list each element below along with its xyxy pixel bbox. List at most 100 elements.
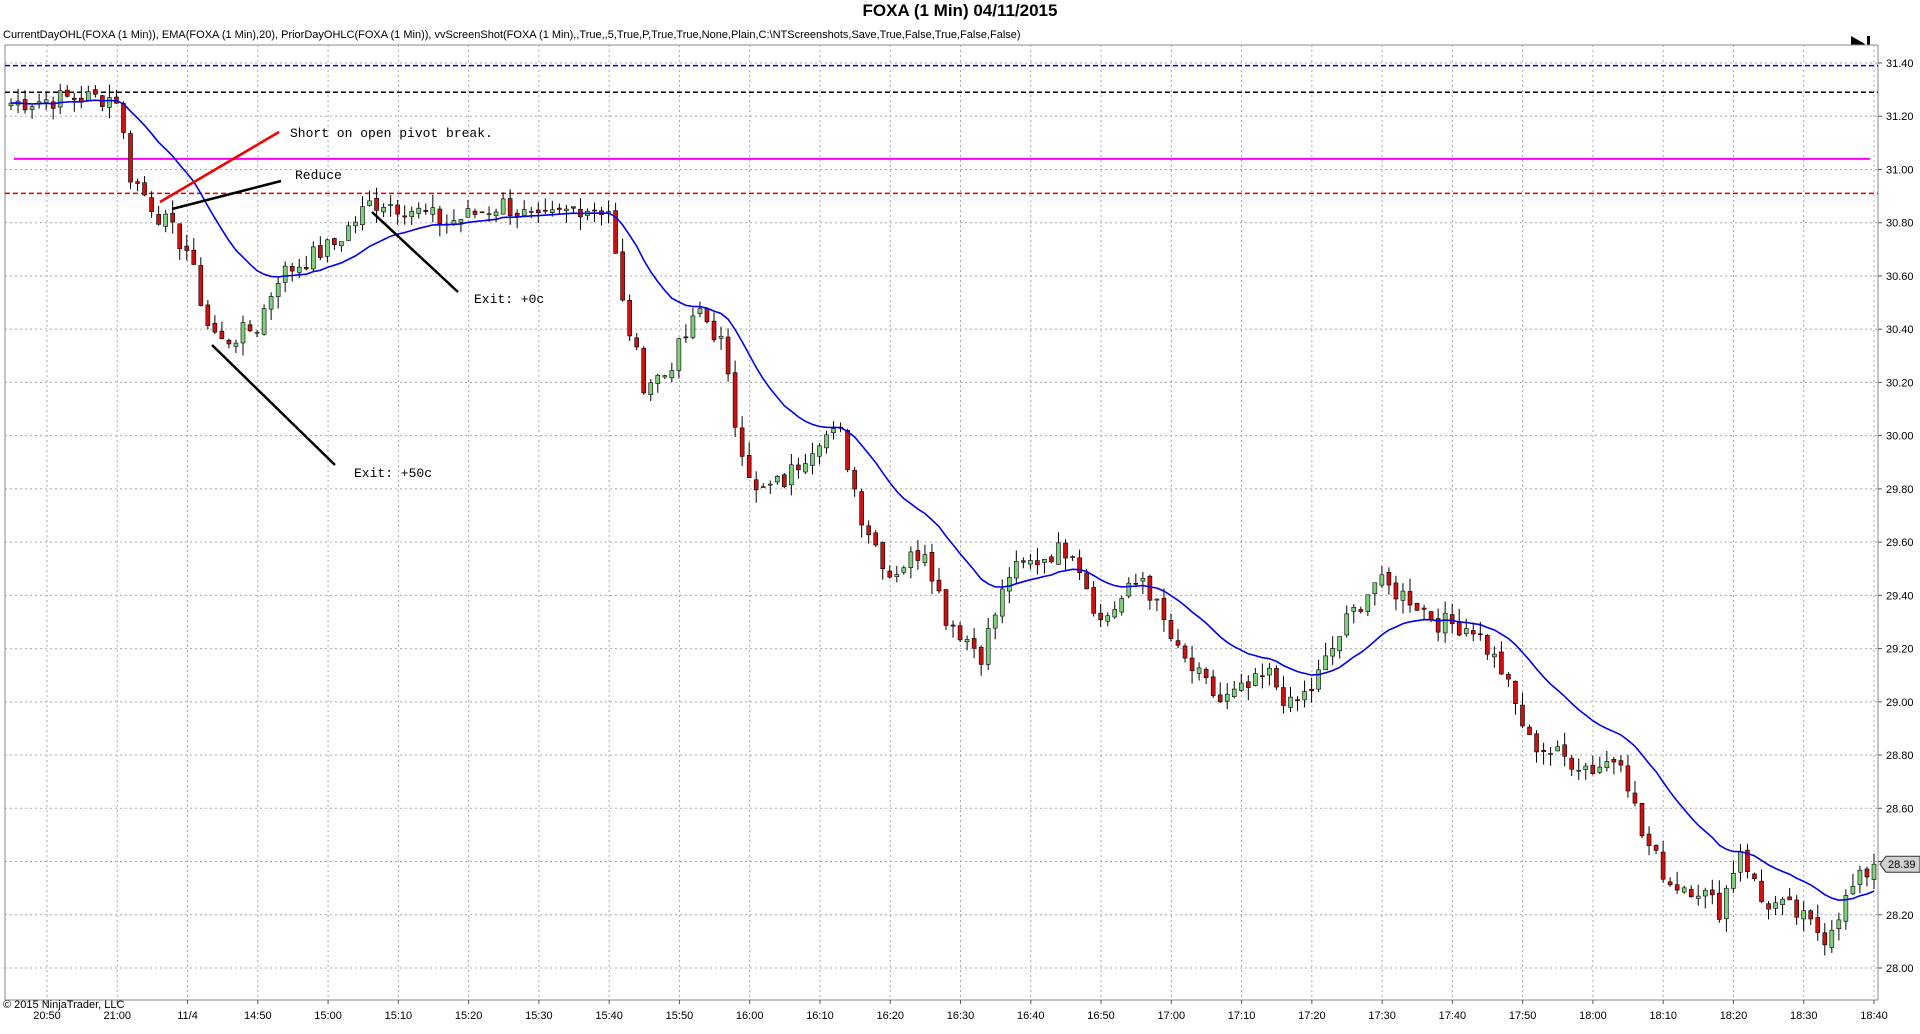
- candle: [803, 453, 808, 475]
- candle: [901, 565, 907, 575]
- candle: [929, 543, 935, 595]
- candle: [1372, 582, 1378, 606]
- candle-body-down: [1625, 765, 1631, 792]
- candle: [922, 544, 928, 567]
- candle: [1717, 880, 1722, 923]
- candle-body-up: [15, 100, 21, 106]
- candle: [746, 442, 752, 478]
- candle: [114, 89, 119, 104]
- candle: [971, 628, 977, 659]
- candle: [620, 238, 625, 302]
- candle: [1260, 663, 1265, 689]
- candle: [1724, 885, 1729, 932]
- candle-body-down: [1393, 582, 1399, 600]
- candle: [1843, 889, 1849, 930]
- candle-body-up: [1042, 559, 1047, 563]
- candle: [36, 93, 42, 109]
- candle-body-down: [929, 551, 935, 582]
- candle-body-up: [521, 209, 527, 216]
- candle: [789, 454, 794, 496]
- candle: [1295, 696, 1300, 712]
- candle: [458, 219, 464, 233]
- candle: [121, 101, 126, 139]
- candle: [1379, 565, 1385, 588]
- candle-body-up: [1302, 691, 1307, 701]
- candle-body-down: [1386, 571, 1392, 586]
- candle: [676, 337, 682, 379]
- candle: [662, 374, 668, 380]
- candle-body-up: [1316, 669, 1321, 690]
- candle-body-up: [1548, 753, 1553, 755]
- x-tick-label: 21:00: [104, 1010, 132, 1022]
- candle-body-down: [1414, 602, 1420, 611]
- x-tick-label: 17:10: [1228, 1010, 1256, 1022]
- last-price-box: [1879, 855, 1920, 873]
- candle-body-up: [1724, 887, 1729, 919]
- candle-body-up: [163, 213, 168, 227]
- candle: [50, 96, 56, 120]
- candle: [156, 206, 161, 226]
- candle-body-down: [1822, 932, 1828, 946]
- candle: [430, 194, 436, 223]
- candle-body-down: [1611, 759, 1617, 763]
- candle: [219, 321, 225, 340]
- candle: [1105, 612, 1111, 627]
- candle: [346, 221, 351, 241]
- candle-body-down: [318, 245, 323, 258]
- candle-body-up: [1773, 902, 1778, 909]
- candle-body-down: [149, 197, 154, 212]
- skip-to-end-icon[interactable]: [1848, 33, 1874, 55]
- candle-body-down: [1794, 899, 1799, 918]
- candle-body-up: [1731, 873, 1736, 889]
- candle: [859, 488, 864, 538]
- price-chart[interactable]: 31.40 31.20 31.00 30.80 30.60 30.40 30.20 30.00…: [0, 0, 1920, 1034]
- candle: [1759, 869, 1764, 904]
- candle: [388, 195, 393, 217]
- candle-body-down: [1590, 764, 1596, 774]
- candle-body-up: [451, 220, 457, 225]
- candle-body-down: [191, 249, 197, 265]
- candle-body-down: [1766, 903, 1771, 910]
- candle: [1330, 636, 1335, 665]
- candle-body-up: [43, 99, 49, 103]
- candle-body-up: [86, 91, 91, 101]
- candle: [1470, 622, 1476, 642]
- candle-body-down: [1527, 726, 1532, 736]
- candle-body-down: [1520, 704, 1525, 727]
- candle: [1119, 595, 1125, 616]
- candle-body-up: [1555, 746, 1560, 752]
- candle: [528, 207, 534, 219]
- candle: [1653, 844, 1659, 854]
- candle: [627, 294, 632, 341]
- candle: [1442, 601, 1448, 643]
- candle: [261, 304, 267, 336]
- candle: [142, 176, 147, 197]
- candle-body-up: [1365, 594, 1371, 612]
- candle-body-up: [1112, 609, 1118, 618]
- candle-body-down: [971, 638, 977, 649]
- candle-body-up: [1119, 598, 1125, 613]
- candle: [838, 422, 843, 433]
- candle-body-down: [247, 324, 253, 332]
- candle: [1189, 645, 1195, 684]
- candle: [226, 338, 232, 349]
- candle-body-up: [1224, 693, 1230, 702]
- candle-body-up: [1583, 765, 1589, 770]
- candle-body-up: [29, 106, 35, 110]
- annotation-label: Reduce: [295, 168, 342, 183]
- candle-body-down: [1710, 889, 1715, 896]
- candle-body-down: [1063, 542, 1068, 559]
- candle: [655, 373, 661, 393]
- candle: [1456, 608, 1462, 637]
- candle: [514, 209, 520, 229]
- candle: [1555, 740, 1560, 752]
- candle-body-down: [1541, 749, 1546, 753]
- candle-body-down: [880, 542, 886, 570]
- candle: [465, 199, 471, 218]
- candle-body-down: [1815, 917, 1821, 933]
- candle-body-down: [1639, 802, 1645, 837]
- candle: [1196, 662, 1202, 681]
- candle-body-up: [999, 588, 1005, 617]
- candle-body-down: [943, 589, 949, 626]
- candle-body-up: [1829, 929, 1835, 948]
